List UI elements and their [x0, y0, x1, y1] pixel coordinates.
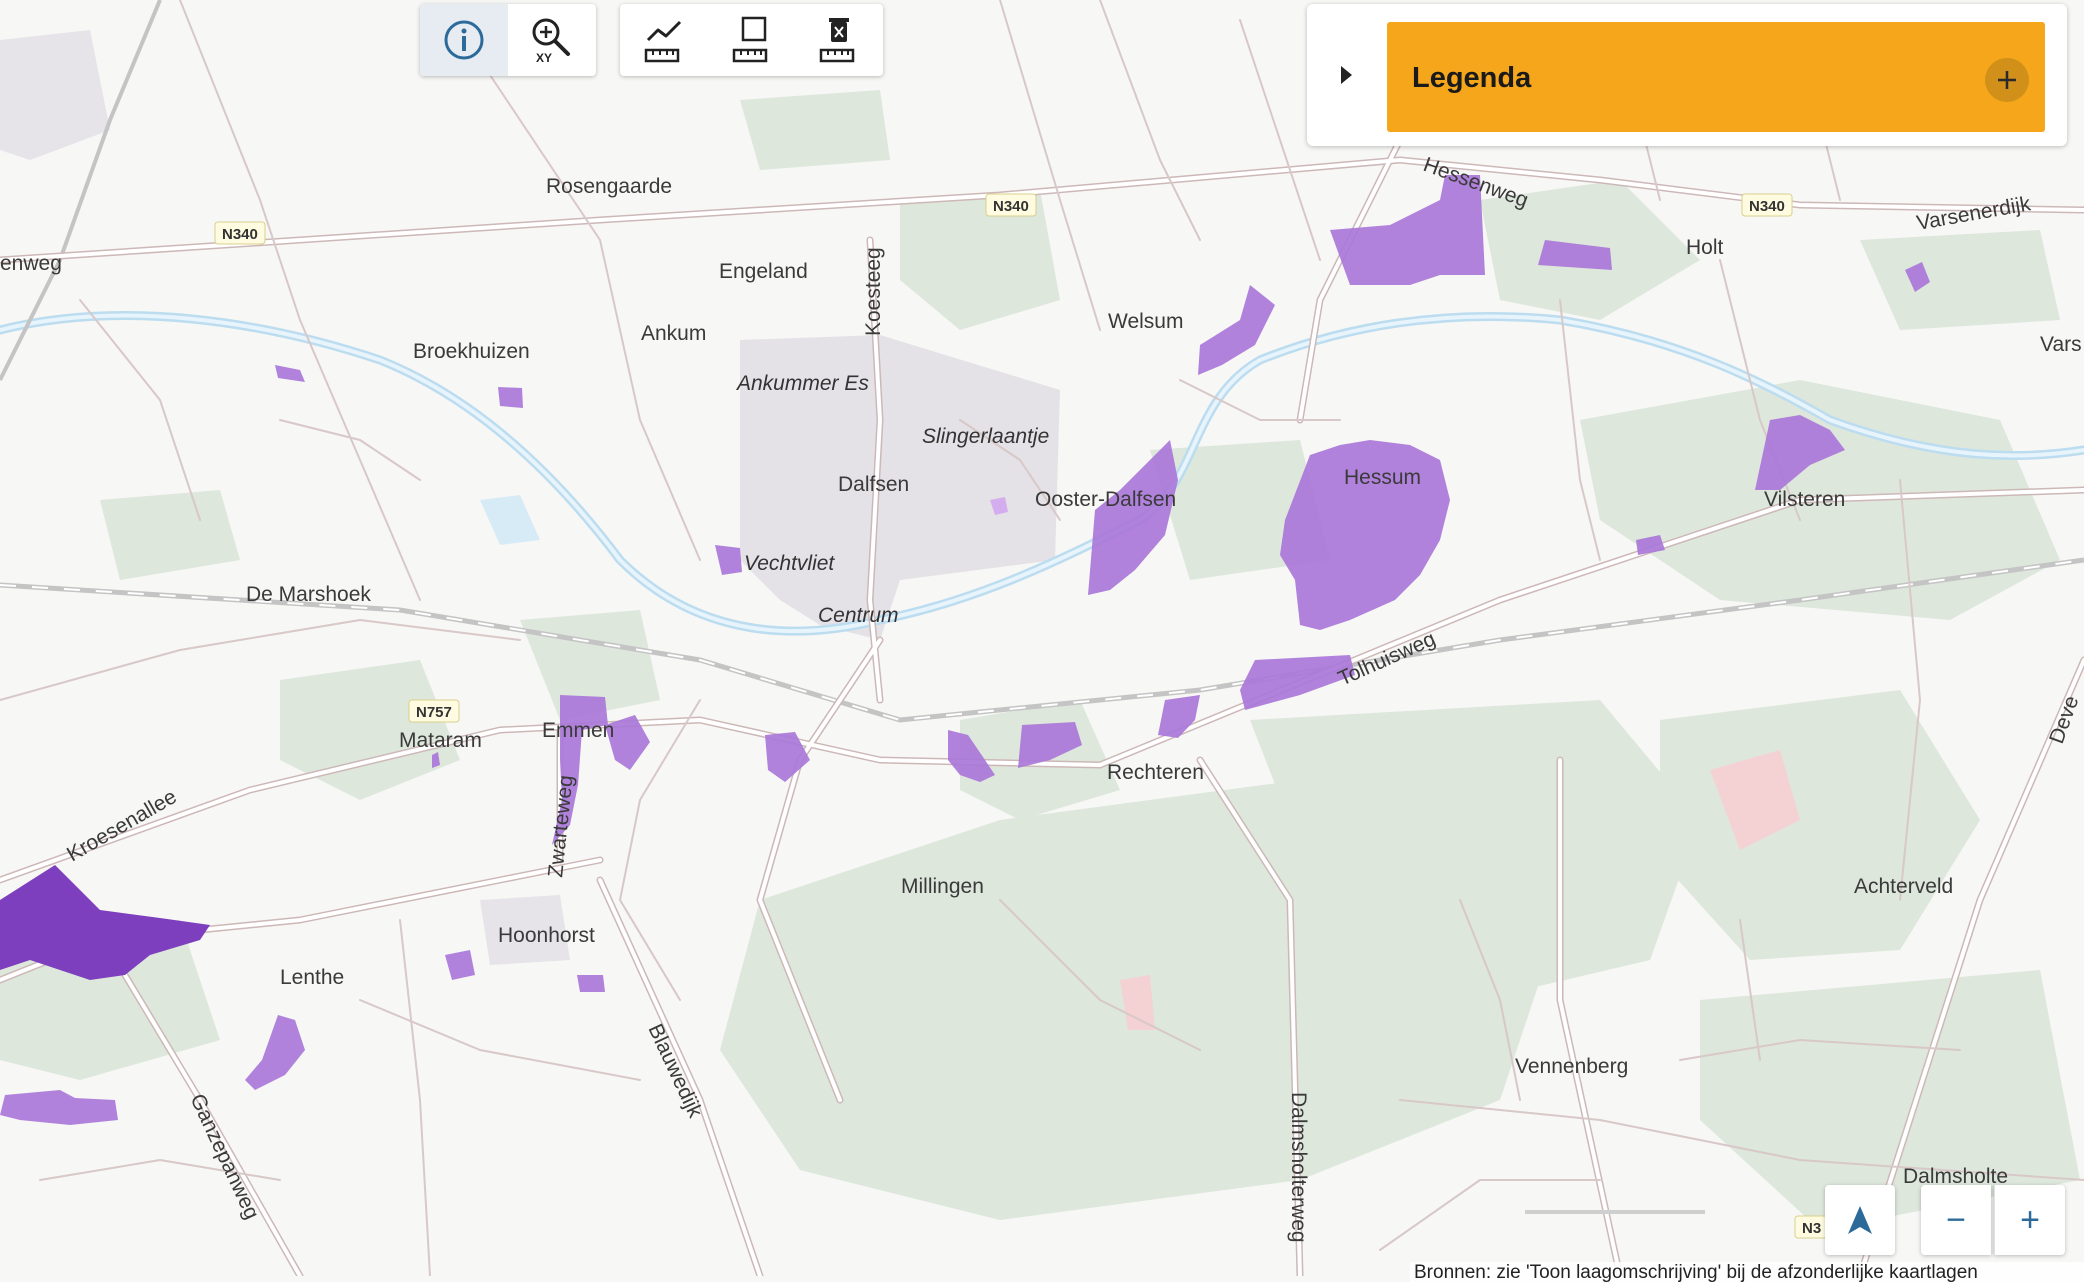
- info-icon: [444, 20, 484, 60]
- overlay-zone-tolhuisweg: [1240, 655, 1355, 710]
- svg-text:N340: N340: [1749, 198, 1785, 215]
- road-label: Ganzepanweg: [185, 1090, 263, 1222]
- overlay-zone-vechtvliet: [715, 545, 742, 575]
- plus-icon: [1998, 71, 2016, 89]
- map-attribution: Bronnen: zie 'Toon laagomschrijving' bij…: [1410, 1262, 2084, 1282]
- overlay-zone-lenthe: [245, 1015, 305, 1090]
- legend-panel: Legenda: [1307, 4, 2067, 146]
- road-label: enweg: [0, 252, 62, 275]
- road-shield-n340-center: N340: [985, 193, 1037, 217]
- overlay-zone-southwest: [0, 1090, 118, 1125]
- svg-text:N340: N340: [222, 226, 258, 243]
- svg-text:N757: N757: [416, 704, 452, 721]
- zoom-out-button[interactable]: −: [1921, 1185, 1991, 1255]
- map-canvas[interactable]: N340 N340 N340 N757 N3 Rosengaarde Engel…: [0, 0, 2084, 1276]
- place-label: De Marshoek: [246, 583, 371, 606]
- place-label: Achterveld: [1854, 875, 1953, 898]
- legend-expand-button[interactable]: [1985, 58, 2029, 102]
- svg-text:N3: N3: [1802, 1220, 1821, 1237]
- lake: [480, 495, 540, 545]
- district-label: Vechtvliet: [744, 552, 835, 575]
- place-label: Vars: [2040, 333, 2082, 356]
- zoom-xy-icon: XY: [532, 18, 570, 64]
- zoom-xy-button[interactable]: XY: [508, 4, 596, 76]
- road-label: Dalmsholterweg: [1287, 1092, 1310, 1243]
- road-label: Varsenerdijk: [1915, 192, 2033, 235]
- road-shield-n340-east: N340: [1741, 193, 1793, 217]
- overlay-zone-hessenweg: [1330, 175, 1485, 285]
- overlay-zone-ooster-dalfsen: [1088, 440, 1178, 595]
- place-label: Mataram: [399, 729, 482, 752]
- road-shield-n757: N757: [408, 699, 460, 723]
- place-label: Broekhuizen: [413, 340, 530, 363]
- road-label: Blauwedijk: [643, 1020, 706, 1121]
- place-label: Engeland: [719, 260, 808, 283]
- road-label: Koesteeg: [862, 247, 885, 336]
- navigation-arrow-icon: [1848, 1206, 1872, 1234]
- toolbar-identify: XY: [420, 4, 596, 76]
- zoom-in-label: +: [2020, 1200, 2040, 1239]
- place-label: Ankum: [641, 322, 706, 345]
- place-label: Millingen: [901, 875, 984, 898]
- place-label: Rosengaarde: [546, 175, 672, 198]
- district-label: Ankummer Es: [735, 372, 869, 395]
- place-label: Holt: [1686, 236, 1724, 259]
- zoom-out-label: −: [1946, 1200, 1966, 1239]
- district-label: Slingerlaantje: [922, 425, 1049, 448]
- place-label: Lenthe: [280, 966, 344, 989]
- forest-areas: [0, 90, 2080, 1230]
- place-label: Vennenberg: [1515, 1055, 1628, 1078]
- overlay-zone-broekhuizen-west: [275, 365, 305, 382]
- place-label: Welsum: [1108, 310, 1183, 333]
- legend-toggle-button[interactable]: [1331, 60, 1361, 90]
- place-label: Hessum: [1344, 466, 1421, 489]
- place-label: Ooster-Dalfsen: [1035, 488, 1176, 511]
- road-shield-n340-west: N340: [214, 221, 266, 245]
- measure-line-button[interactable]: [620, 4, 708, 76]
- overlay-zone-broekhuizen: [498, 387, 523, 408]
- trash-ruler-icon: [819, 18, 855, 63]
- road-label: Deve: [2045, 693, 2083, 747]
- zoom-in-button[interactable]: +: [1994, 1185, 2065, 1255]
- district-label: Centrum: [818, 604, 899, 627]
- measure-area-button[interactable]: [708, 4, 796, 76]
- clear-measure-button[interactable]: [795, 4, 883, 76]
- measure-line-icon: [644, 20, 681, 63]
- toolbar-measure: [620, 4, 883, 76]
- road-label: Kroesenallee: [63, 785, 181, 866]
- caret-right-icon: [1341, 66, 1352, 84]
- place-label: Hoonhorst: [498, 924, 595, 947]
- svg-text:N340: N340: [993, 198, 1029, 215]
- place-label: Emmen: [542, 719, 614, 742]
- overlay-zone-hoonhorst-west: [445, 950, 475, 980]
- overlay-zone-hoonhorst-south: [577, 975, 605, 992]
- legend-header[interactable]: Legenda: [1387, 22, 2045, 132]
- place-label: Vilsteren: [1764, 488, 1845, 511]
- town-built-area: [0, 30, 110, 160]
- svg-text:XY: XY: [536, 51, 552, 64]
- place-label: Dalfsen: [838, 473, 909, 496]
- place-label: Rechteren: [1107, 761, 1204, 784]
- info-button[interactable]: [420, 4, 508, 76]
- legend-title: Legenda: [1412, 62, 1532, 94]
- measure-area-icon: [732, 16, 767, 63]
- locate-button[interactable]: [1825, 1185, 1895, 1255]
- overlay-zone-rechteren-north: [1158, 695, 1200, 738]
